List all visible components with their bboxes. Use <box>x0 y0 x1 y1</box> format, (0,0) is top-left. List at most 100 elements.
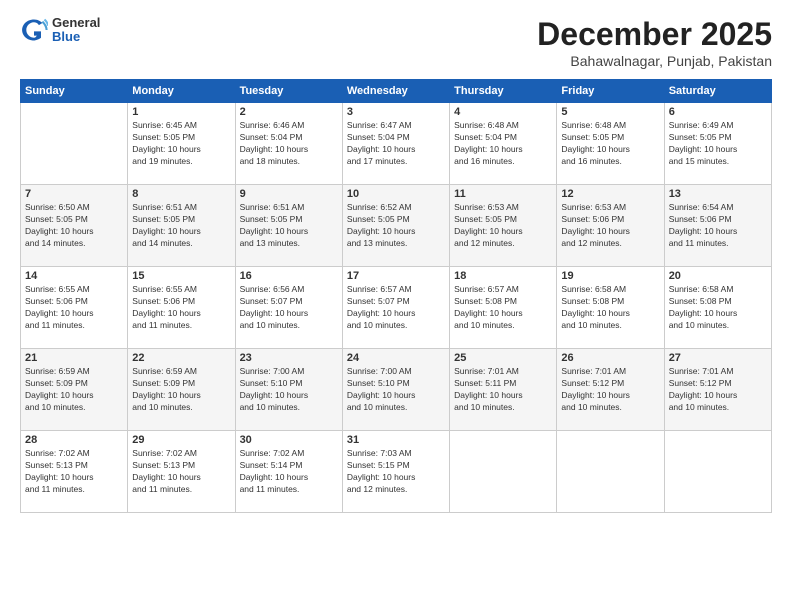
header-monday: Monday <box>128 80 235 103</box>
calendar-cell: 3Sunrise: 6:47 AM Sunset: 5:04 PM Daylig… <box>342 103 449 185</box>
calendar-cell: 24Sunrise: 7:00 AM Sunset: 5:10 PM Dayli… <box>342 349 449 431</box>
cell-info: Sunrise: 6:49 AM Sunset: 5:05 PM Dayligh… <box>669 120 767 168</box>
location: Bahawalnagar, Punjab, Pakistan <box>537 53 772 69</box>
cell-date: 18 <box>454 270 552 282</box>
calendar-cell: 15 Sunrise: 6:55 AM Sunset: 5:06 PM Dayli… <box>128 267 235 349</box>
cell-info: Sunrise: 6:51 AM Sunset: 5:05 PM Dayligh… <box>240 202 338 250</box>
week-row-1: 1Sunrise: 6:45 AM Sunset: 5:05 PM Daylig… <box>21 103 772 185</box>
cell-date: 22 <box>132 352 230 364</box>
cell-date: 2 <box>240 106 338 118</box>
cell-date: 28 <box>25 434 123 446</box>
cell-date: 21 <box>25 352 123 364</box>
cell-date: 12 <box>561 188 659 200</box>
header-wednesday: Wednesday <box>342 80 449 103</box>
calendar-header: Sunday Monday Tuesday Wednesday Thursday… <box>21 80 772 103</box>
calendar-cell: 23 Sunrise: 7:00 AM Sunset: 5:10 PM Dayli… <box>235 349 342 431</box>
calendar-cell: 7Sunrise: 6:50 AM Sunset: 5:05 PM Daylig… <box>21 185 128 267</box>
calendar-cell: 19 Sunrise: 6:58 AM Sunset: 5:08 PM Dayli… <box>557 267 664 349</box>
calendar-cell <box>450 431 557 513</box>
cell-date: 1 <box>132 106 230 118</box>
cell-info: Sunrise: 6:48 AM Sunset: 5:05 PM Dayligh… <box>561 120 659 168</box>
calendar-cell: 13Sunrise: 6:54 AM Sunset: 5:06 PM Dayli… <box>664 185 771 267</box>
cell-info: Sunrise: 7:01 AM Sunset: 5:12 PM Dayligh… <box>561 366 659 414</box>
calendar-cell: 25 Sunrise: 7:01 AM Sunset: 5:11 PM Dayli… <box>450 349 557 431</box>
calendar-cell: 10Sunrise: 6:52 AM Sunset: 5:05 PM Dayli… <box>342 185 449 267</box>
page: General Blue December 2025 Bahawalnagar,… <box>0 0 792 612</box>
calendar-cell: 26 Sunrise: 7:01 AM Sunset: 5:12 PM Dayli… <box>557 349 664 431</box>
calendar-body: 1Sunrise: 6:45 AM Sunset: 5:05 PM Daylig… <box>21 103 772 513</box>
cell-info: Sunrise: 6:58 AM Sunset: 5:08 PM Dayligh… <box>561 284 659 332</box>
cell-date: 29 <box>132 434 230 446</box>
cell-date: 26 <box>561 352 659 364</box>
cell-date: 27 <box>669 352 767 364</box>
header-thursday: Thursday <box>450 80 557 103</box>
cell-info: Sunrise: 7:01 AM Sunset: 5:11 PM Dayligh… <box>454 366 552 414</box>
cell-info: Sunrise: 6:57 AM Sunset: 5:07 PM Dayligh… <box>347 284 445 332</box>
cell-date: 16 <box>240 270 338 282</box>
calendar-cell: 20 Sunrise: 6:58 AM Sunset: 5:08 PM Dayli… <box>664 267 771 349</box>
header-tuesday: Tuesday <box>235 80 342 103</box>
calendar-cell: 1Sunrise: 6:45 AM Sunset: 5:05 PM Daylig… <box>128 103 235 185</box>
cell-info: Sunrise: 6:55 AM Sunset: 5:06 PM Dayligh… <box>25 284 123 332</box>
calendar-cell: 30Sunrise: 7:02 AM Sunset: 5:14 PM Dayli… <box>235 431 342 513</box>
cell-info: Sunrise: 6:53 AM Sunset: 5:05 PM Dayligh… <box>454 202 552 250</box>
calendar-cell: 16 Sunrise: 6:56 AM Sunset: 5:07 PM Dayli… <box>235 267 342 349</box>
cell-date: 23 <box>240 352 338 364</box>
month-title: December 2025 <box>537 16 772 53</box>
cell-info: Sunrise: 6:51 AM Sunset: 5:05 PM Dayligh… <box>132 202 230 250</box>
cell-info: Sunrise: 6:58 AM Sunset: 5:08 PM Dayligh… <box>669 284 767 332</box>
header-row: Sunday Monday Tuesday Wednesday Thursday… <box>21 80 772 103</box>
calendar-cell: 9Sunrise: 6:51 AM Sunset: 5:05 PM Daylig… <box>235 185 342 267</box>
cell-info: Sunrise: 6:48 AM Sunset: 5:04 PM Dayligh… <box>454 120 552 168</box>
cell-info: Sunrise: 7:03 AM Sunset: 5:15 PM Dayligh… <box>347 448 445 496</box>
calendar-cell: 17Sunrise: 6:57 AM Sunset: 5:07 PM Dayli… <box>342 267 449 349</box>
calendar-cell: 18Sunrise: 6:57 AM Sunset: 5:08 PM Dayli… <box>450 267 557 349</box>
cell-info: Sunrise: 6:53 AM Sunset: 5:06 PM Dayligh… <box>561 202 659 250</box>
week-row-3: 14 Sunrise: 6:55 AM Sunset: 5:06 PM Dayli… <box>21 267 772 349</box>
calendar-cell: 27Sunrise: 7:01 AM Sunset: 5:12 PM Dayli… <box>664 349 771 431</box>
cell-info: Sunrise: 6:55 AM Sunset: 5:06 PM Dayligh… <box>132 284 230 332</box>
week-row-5: 28 Sunrise: 7:02 AM Sunset: 5:13 PM Dayli… <box>21 431 772 513</box>
calendar: Sunday Monday Tuesday Wednesday Thursday… <box>20 79 772 513</box>
calendar-cell: 8Sunrise: 6:51 AM Sunset: 5:05 PM Daylig… <box>128 185 235 267</box>
logo-blue: Blue <box>52 30 100 44</box>
calendar-cell: 29 Sunrise: 7:02 AM Sunset: 5:13 PM Dayli… <box>128 431 235 513</box>
cell-date: 14 <box>25 270 123 282</box>
cell-date: 30 <box>240 434 338 446</box>
cell-info: Sunrise: 6:52 AM Sunset: 5:05 PM Dayligh… <box>347 202 445 250</box>
cell-info: Sunrise: 6:59 AM Sunset: 5:09 PM Dayligh… <box>25 366 123 414</box>
cell-date: 5 <box>561 106 659 118</box>
cell-date: 11 <box>454 188 552 200</box>
calendar-cell <box>557 431 664 513</box>
cell-date: 15 <box>132 270 230 282</box>
calendar-cell: 12 Sunrise: 6:53 AM Sunset: 5:06 PM Dayli… <box>557 185 664 267</box>
cell-info: Sunrise: 6:56 AM Sunset: 5:07 PM Dayligh… <box>240 284 338 332</box>
cell-info: Sunrise: 6:50 AM Sunset: 5:05 PM Dayligh… <box>25 202 123 250</box>
cell-info: Sunrise: 7:00 AM Sunset: 5:10 PM Dayligh… <box>240 366 338 414</box>
cell-date: 6 <box>669 106 767 118</box>
calendar-cell: 5 Sunrise: 6:48 AM Sunset: 5:05 PM Daylig… <box>557 103 664 185</box>
cell-info: Sunrise: 6:59 AM Sunset: 5:09 PM Dayligh… <box>132 366 230 414</box>
title-section: December 2025 Bahawalnagar, Punjab, Paki… <box>537 16 772 69</box>
calendar-cell: 6 Sunrise: 6:49 AM Sunset: 5:05 PM Daylig… <box>664 103 771 185</box>
cell-info: Sunrise: 7:00 AM Sunset: 5:10 PM Dayligh… <box>347 366 445 414</box>
cell-date: 20 <box>669 270 767 282</box>
cell-date: 25 <box>454 352 552 364</box>
cell-info: Sunrise: 7:02 AM Sunset: 5:13 PM Dayligh… <box>25 448 123 496</box>
calendar-cell: 22 Sunrise: 6:59 AM Sunset: 5:09 PM Dayli… <box>128 349 235 431</box>
logo-text: General Blue <box>52 16 100 45</box>
header-saturday: Saturday <box>664 80 771 103</box>
week-row-4: 21 Sunrise: 6:59 AM Sunset: 5:09 PM Dayli… <box>21 349 772 431</box>
logo-general: General <box>52 16 100 30</box>
header-sunday: Sunday <box>21 80 128 103</box>
cell-info: Sunrise: 7:02 AM Sunset: 5:13 PM Dayligh… <box>132 448 230 496</box>
calendar-cell: 21 Sunrise: 6:59 AM Sunset: 5:09 PM Dayli… <box>21 349 128 431</box>
logo-icon <box>20 16 48 44</box>
calendar-cell: 2Sunrise: 6:46 AM Sunset: 5:04 PM Daylig… <box>235 103 342 185</box>
calendar-cell <box>664 431 771 513</box>
header-friday: Friday <box>557 80 664 103</box>
week-row-2: 7Sunrise: 6:50 AM Sunset: 5:05 PM Daylig… <box>21 185 772 267</box>
cell-date: 13 <box>669 188 767 200</box>
calendar-cell: 31Sunrise: 7:03 AM Sunset: 5:15 PM Dayli… <box>342 431 449 513</box>
cell-date: 19 <box>561 270 659 282</box>
